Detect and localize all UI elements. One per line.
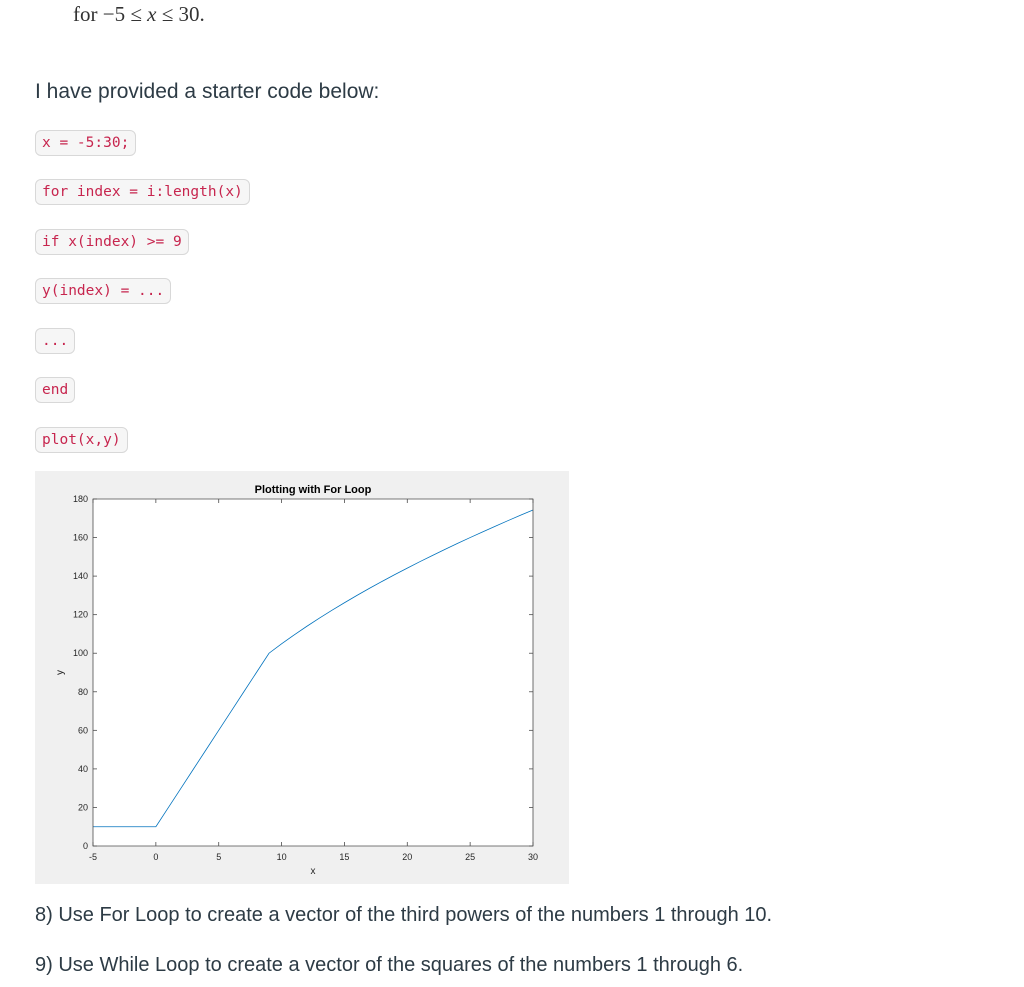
y-tick-label: 20 (78, 802, 88, 812)
y-tick-label: 80 (78, 687, 88, 697)
x-tick-label: 25 (465, 852, 475, 862)
range-op-2: ≤ (156, 2, 179, 26)
range-op-1: ≤ (125, 2, 148, 26)
y-tick-label: 60 (78, 725, 88, 735)
y-tick-label: 140 (73, 571, 88, 581)
x-tick-label: 5 (216, 852, 221, 862)
x-axis-label: x (311, 866, 316, 877)
y-axis-label: y (55, 670, 66, 675)
code-line-6: end (35, 377, 76, 403)
code-line-3: if x(index) >= 9 (35, 229, 189, 255)
x-tick-label: 15 (339, 852, 349, 862)
code-line-5: ... (35, 328, 76, 354)
intro-text: I have provided a starter code below: (35, 80, 380, 103)
chart-title: Plotting with For Loop (255, 484, 372, 496)
x-tick-label: -5 (89, 852, 97, 862)
y-tick-label: 100 (73, 648, 88, 658)
code-line-7: plot(x,y) (35, 427, 128, 453)
range-prefix: for (73, 2, 103, 26)
range-lower: −5 (102, 2, 126, 26)
x-tick-label: 0 (153, 852, 158, 862)
y-tick-label: 160 (73, 533, 88, 543)
line-chart: -5 0 5 10 15 20 25 30020406080100120140160180 P… (55, 484, 538, 877)
x-tick-label: 30 (528, 852, 538, 862)
y-tick-label: 120 (73, 610, 88, 620)
question-9: 9) Use While Loop to create a vector of … (35, 954, 744, 976)
range-upper: 30. (178, 2, 205, 26)
plot-figure: -5 0 5 10 15 20 25 30 0 20 40 60 80 100 120 140 160 180 P… (35, 471, 569, 884)
axes-background (93, 499, 533, 846)
code-line-2: for index = i:length(x) (35, 179, 250, 205)
problem-range-expression: for −5 ≤ x ≤ 30. (73, 0, 205, 28)
code-line-1: x = -5:30; (35, 130, 137, 156)
code-line-4: y(index) = ... (35, 278, 172, 304)
question-8: 8) Use For Loop to create a vector of th… (35, 904, 773, 926)
y-tick-label: 40 (78, 764, 88, 774)
y-tick-label: 180 (73, 494, 88, 504)
x-tick-label: 10 (277, 852, 287, 862)
y-tick-label: 0 (83, 841, 88, 851)
x-tick-label: 20 (402, 852, 412, 862)
